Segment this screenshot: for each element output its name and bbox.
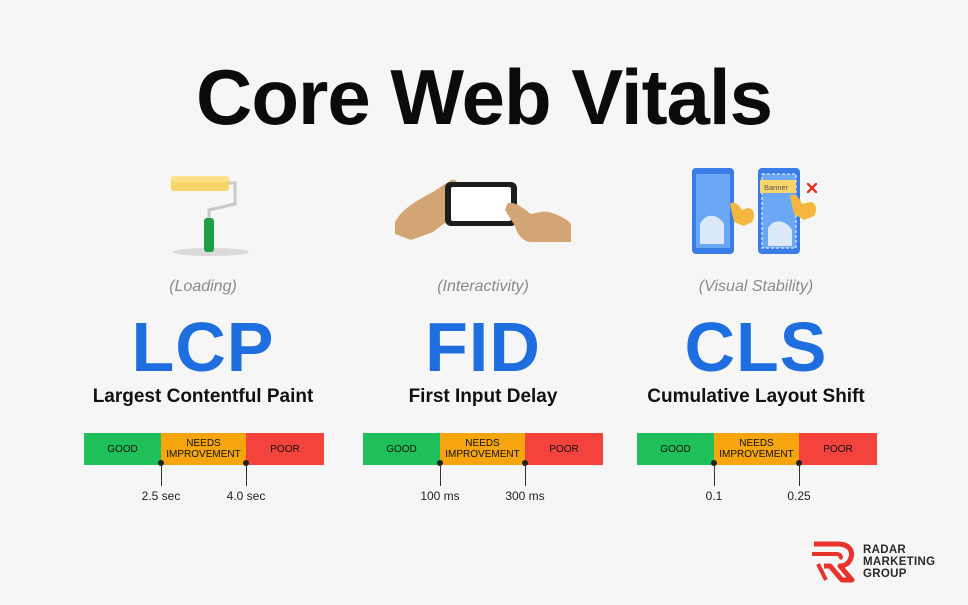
category-label: (Loading) xyxy=(169,278,237,295)
radar-marketing-group-logo: RADAR MARKETING GROUP xyxy=(810,540,960,586)
poor-segment: POOR xyxy=(525,433,603,465)
logo-wordmark: RADAR MARKETING GROUP xyxy=(863,544,935,580)
metric-full-name: Cumulative Layout Shift xyxy=(647,386,865,407)
lcp-threshold-bar: GOOD NEEDS IMPROVEMENT POOR xyxy=(84,433,324,465)
infographic: Core Web Vitals (Loading) LCP Largest Co… xyxy=(0,0,968,605)
threshold-marker xyxy=(795,460,803,486)
needs-improvement-segment: NEEDS IMPROVEMENT xyxy=(440,433,525,465)
metric-abbreviation: FID xyxy=(425,308,541,386)
threshold-label: 4.0 sec xyxy=(226,489,266,503)
threshold-marker xyxy=(436,460,444,486)
poor-segment: POOR xyxy=(799,433,877,465)
logo-line: MARKETING xyxy=(863,556,936,568)
metric-full-name: Largest Contentful Paint xyxy=(92,386,314,407)
threshold-marker xyxy=(710,460,718,486)
banner-label: Banner xyxy=(764,183,789,192)
needs-improvement-segment: NEEDS IMPROVEMENT xyxy=(161,433,246,465)
radar-logo-mark-icon xyxy=(812,541,855,583)
logo-line: GROUP xyxy=(863,568,907,580)
threshold-label: 100 ms xyxy=(420,489,460,503)
category-label: (Interactivity) xyxy=(437,278,529,295)
threshold-label: 0.1 xyxy=(705,489,723,503)
threshold-label: 0.25 xyxy=(787,489,811,503)
poor-segment: POOR xyxy=(246,433,324,465)
metric-full-name: First Input Delay xyxy=(408,386,558,407)
threshold-label: 300 ms xyxy=(505,489,545,503)
good-segment: GOOD xyxy=(84,433,161,465)
good-segment: GOOD xyxy=(637,433,714,465)
category-label: (Visual Stability) xyxy=(698,278,814,295)
threshold-marker xyxy=(521,460,529,486)
needs-improvement-segment: NEEDS IMPROVEMENT xyxy=(714,433,799,465)
paint-roller-icon xyxy=(171,176,249,256)
metric-abbreviation: CLS xyxy=(684,308,828,386)
fid-threshold-bar: GOOD NEEDS IMPROVEMENT POOR xyxy=(363,433,603,465)
threshold-label: 2.5 sec xyxy=(141,489,181,503)
logo-line: RADAR xyxy=(863,544,907,556)
good-segment: GOOD xyxy=(363,433,440,465)
metric-abbreviation: LCP xyxy=(131,308,275,386)
threshold-marker xyxy=(157,460,165,486)
threshold-marker xyxy=(242,460,250,486)
page-title: Core Web Vitals xyxy=(196,53,773,141)
hand-tapping-phone-icon xyxy=(395,179,571,242)
layout-shift-phones-icon: Banner xyxy=(692,168,818,254)
cls-threshold-bar: GOOD NEEDS IMPROVEMENT POOR xyxy=(637,433,877,465)
